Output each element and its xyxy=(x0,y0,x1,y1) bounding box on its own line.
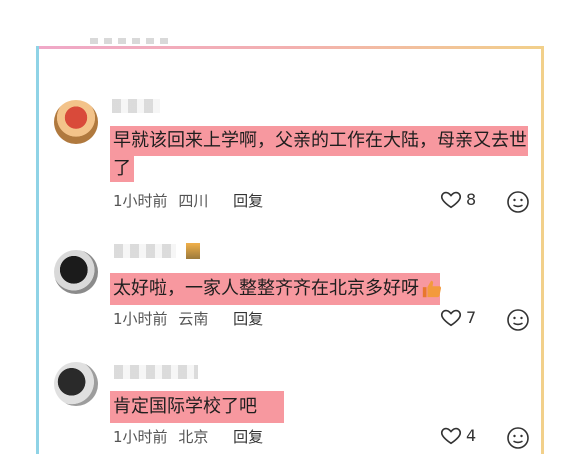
comment-meta: 1小时前 北京 回复 xyxy=(113,426,269,447)
blurred-username[interactable] xyxy=(114,244,176,258)
like-button[interactable]: 8 xyxy=(440,188,476,210)
frame-border-right xyxy=(541,46,544,454)
like-button[interactable]: 7 xyxy=(440,306,476,328)
comment-text: 肯定国际学校了吧 xyxy=(113,396,257,417)
comment-text: 早就该回来上学啊，父亲的工作在大陆，母亲又去世 xyxy=(113,130,527,151)
comment-meta: 1小时前 四川 回复 xyxy=(113,190,269,211)
frame-border-left xyxy=(36,46,39,454)
comment-meta: 1小时前 云南 回复 xyxy=(113,308,269,329)
heart-icon xyxy=(440,191,462,209)
reply-button[interactable]: 回复 xyxy=(233,192,263,210)
blurred-username[interactable] xyxy=(114,365,198,379)
reply-button[interactable]: 回复 xyxy=(233,428,263,446)
screenshot-frame: 早就该回来上学啊，父亲的工作在大陆，母亲又去世 了 1小时前 四川 回复 8 太… xyxy=(0,0,576,454)
comment-time: 1小时前 xyxy=(113,192,168,210)
avatar[interactable] xyxy=(54,100,98,144)
comment-time: 1小时前 xyxy=(113,310,168,328)
comment-text-continued: 了 xyxy=(113,158,131,179)
comment-location: 云南 xyxy=(178,310,209,328)
avatar[interactable] xyxy=(54,250,98,294)
smiley-face-icon[interactable] xyxy=(506,426,530,450)
comment-text-body: 太好啦，一家人整整齐齐在北京多好呀 xyxy=(113,278,419,299)
heart-icon xyxy=(440,309,462,327)
thumbs-up-emoji xyxy=(422,280,442,298)
comment-location: 四川 xyxy=(178,192,209,210)
like-count: 7 xyxy=(466,307,477,327)
blurred-badge xyxy=(186,243,200,259)
frame-border-top xyxy=(36,46,544,49)
smiley-face-icon[interactable] xyxy=(506,308,530,332)
blurred-username[interactable] xyxy=(112,99,160,113)
reply-button[interactable]: 回复 xyxy=(233,310,263,328)
blurred-header xyxy=(90,38,170,44)
like-count: 8 xyxy=(466,189,477,209)
like-count: 4 xyxy=(466,425,477,445)
comment-time: 1小时前 xyxy=(113,428,168,446)
comment-text: 太好啦，一家人整整齐齐在北京多好呀 xyxy=(113,275,443,303)
avatar[interactable] xyxy=(54,362,98,406)
smiley-face-icon[interactable] xyxy=(506,190,530,214)
heart-icon xyxy=(440,427,462,445)
comment-location: 北京 xyxy=(178,428,209,446)
like-button[interactable]: 4 xyxy=(440,424,476,446)
